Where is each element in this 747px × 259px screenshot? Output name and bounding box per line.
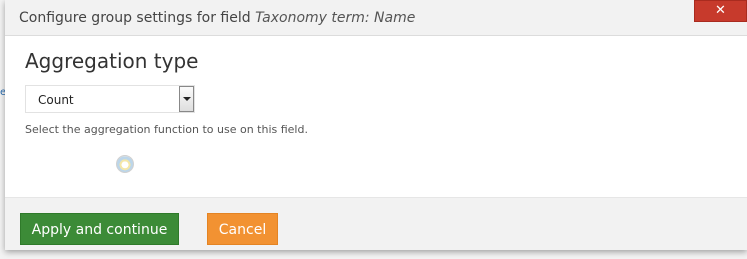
dialog-title-field: Taxonomy term: Name [255,10,416,26]
dialog-content: Aggregation type Count Select the aggreg… [5,36,747,197]
page: e Configure group settings for field Tax… [0,0,747,259]
close-button[interactable]: ✕ [694,0,747,22]
aggregation-help-text: Select the aggregation function to use o… [25,123,308,136]
dialog-titlebar: Configure group settings for field Taxon… [5,0,747,36]
dialog-title: Configure group settings for field Taxon… [19,10,415,26]
aggregation-type-select[interactable]: Count [25,85,195,113]
chevron-down-icon[interactable] [179,86,194,112]
apply-and-continue-button[interactable]: Apply and continue [20,213,179,245]
dialog-title-prefix: Configure group settings for field [19,10,251,26]
close-icon: ✕ [715,3,726,18]
loading-spinner-icon [116,155,134,173]
cancel-button[interactable]: Cancel [207,213,278,245]
configure-group-dialog: Configure group settings for field Taxon… [5,0,747,250]
dialog-footer: Apply and continue Cancel [5,197,747,250]
aggregation-type-heading: Aggregation type [25,49,199,73]
aggregation-type-select-value: Count [38,93,74,107]
